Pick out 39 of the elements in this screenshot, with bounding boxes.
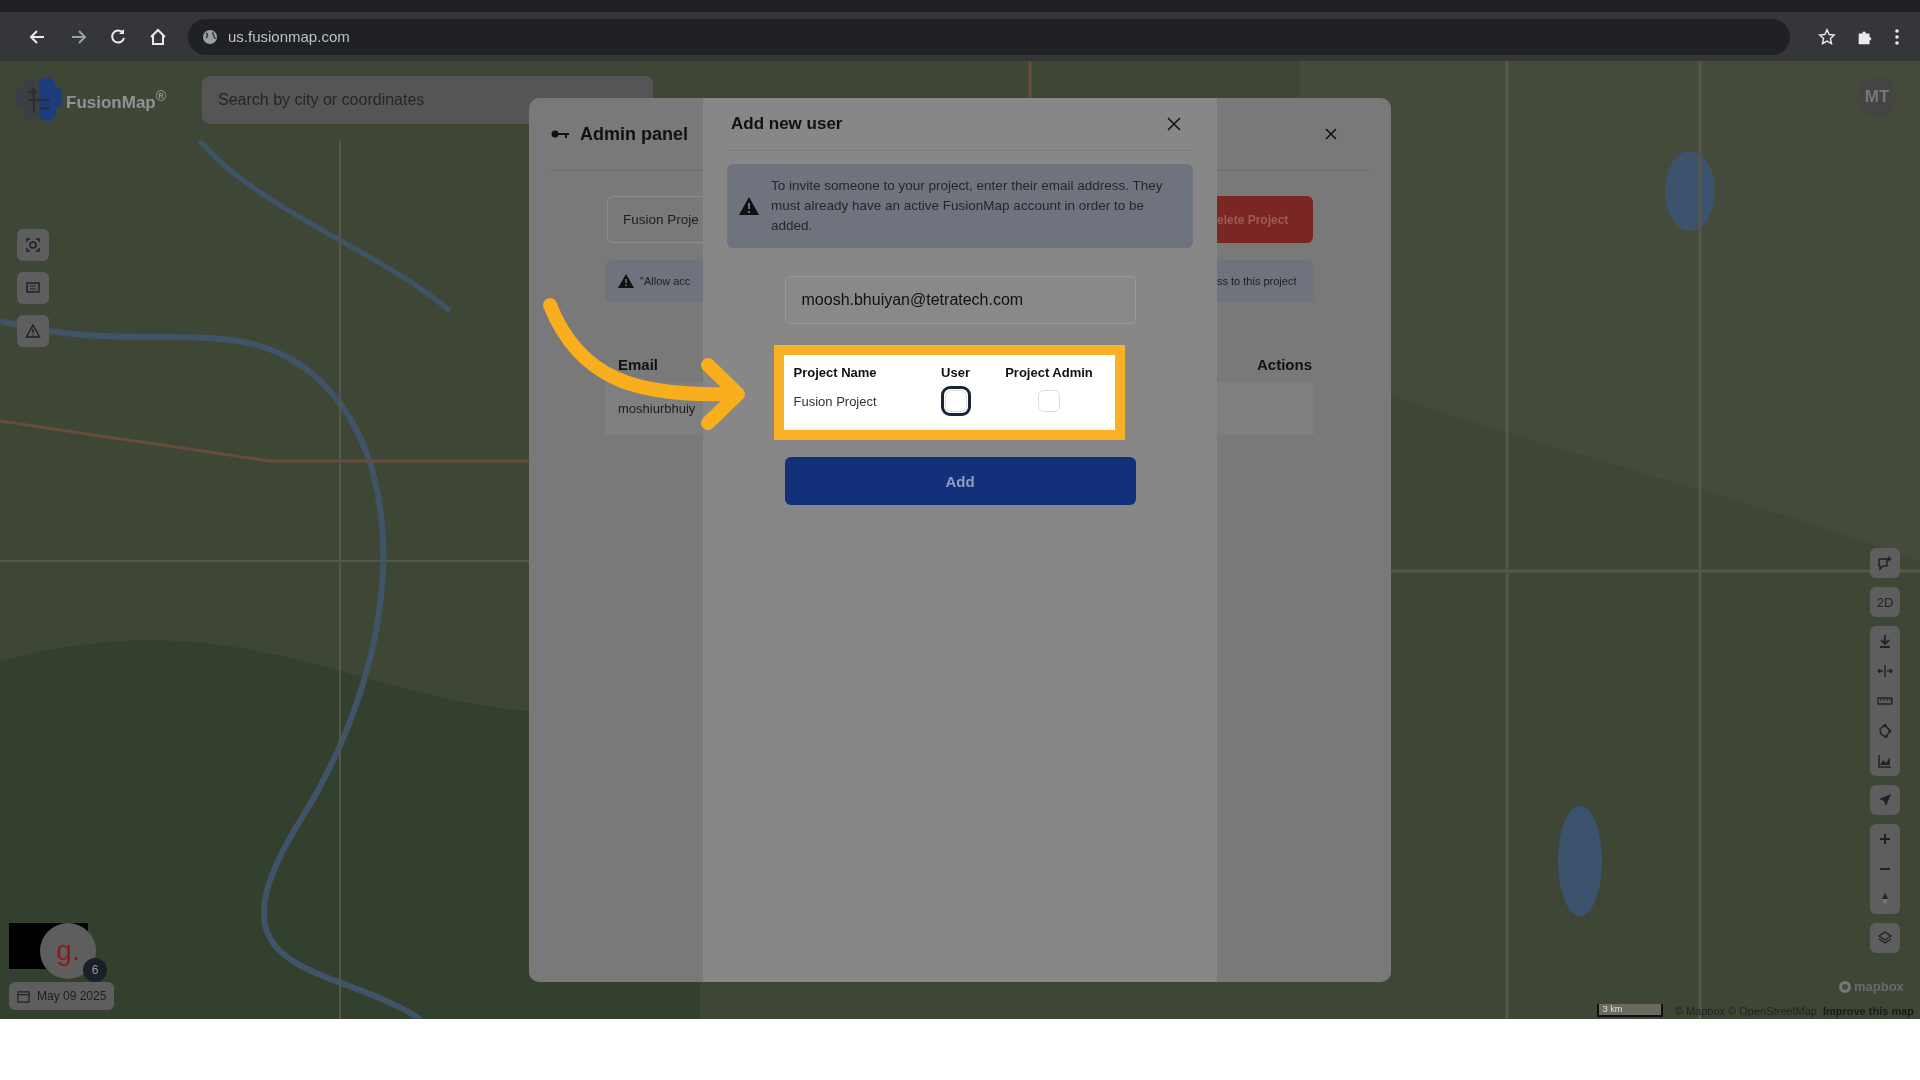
email-field[interactable]: moosh.bhuiyan@tetratech.com [784,276,1136,324]
warning-icon [739,197,759,215]
warning-icon[interactable] [17,315,49,347]
layers-icon[interactable] [1870,923,1900,953]
ai-chat-icon[interactable] [1870,548,1900,578]
date-pill[interactable]: May 09 2025 [9,982,115,1010]
address-bar[interactable]: us.fusionmap.com [188,18,1790,55]
scale-bar: 3 km [1596,1004,1663,1017]
key-icon [551,129,569,139]
column-header: Project Admin [1005,365,1093,380]
checkbox[interactable] [1038,390,1060,412]
kebab-menu-icon[interactable] [1894,26,1900,47]
message-icon[interactable] [17,272,49,304]
star-icon[interactable] [1818,27,1836,46]
brain-logo-icon [16,77,62,123]
scan-icon[interactable] [17,229,49,261]
table-cell: moshiurbhuiy [618,401,696,416]
mapbox-mark-icon [1838,979,1852,994]
add-button[interactable]: Add [784,457,1136,505]
logo-text: FusionMap$^{®}$ [66,87,167,113]
notice-text: "Allow acc [640,275,691,287]
warning-icon [618,274,634,288]
column-header: Email [618,356,659,373]
notice-text: ss to this project [1217,275,1297,287]
globe-icon [202,28,218,45]
panel-title: Admin panel [580,123,688,145]
table-cell-text: Fusion Project [793,393,878,409]
map-mode-button[interactable]: 2D [1870,587,1900,617]
column-header: User [941,365,970,380]
home-icon[interactable] [148,26,168,47]
date-text: May 09 2025 [37,989,107,1003]
dialog-title: Add new user [731,114,843,134]
close-icon[interactable] [1167,117,1181,131]
calendar-icon [17,989,30,1003]
column-header: Actions [1257,356,1312,373]
column-header: Project Name [793,365,878,380]
navigate-icon[interactable] [1870,785,1900,815]
info-text: To invite someone to your project, enter their email address. They must already have an active FusionMap account in order to be added. [771,177,1164,235]
close-icon[interactable] [1325,128,1337,140]
